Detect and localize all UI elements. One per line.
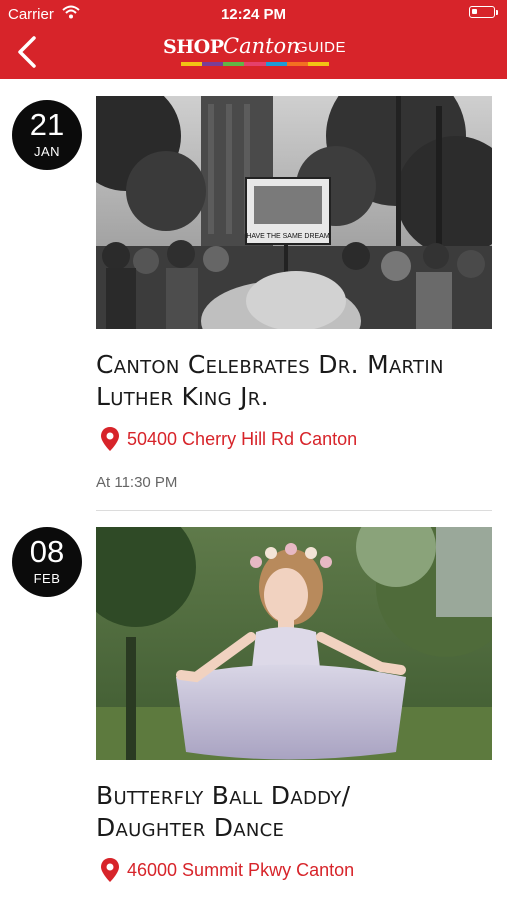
battery-icon <box>469 6 498 18</box>
logo-canton-text: Canton <box>223 34 300 58</box>
protest-sign-text: HAVE THE SAME DREAM <box>246 233 330 240</box>
event-card[interactable]: 21 JAN HAVE THE SAME DREAM Canton Celebr… <box>0 96 507 511</box>
logo-guide-text: GUIDE <box>296 39 347 56</box>
event-image[interactable] <box>96 527 492 760</box>
date-day: 08 <box>29 534 65 569</box>
map-pin-icon <box>101 858 119 882</box>
event-card[interactable]: 08 FEB Butterfly Ball Daddy/ Daughter Da… <box>0 527 507 900</box>
status-time: 12:24 PM <box>220 6 287 23</box>
event-location[interactable]: 46000 Summit Pkwy Canton <box>96 857 492 882</box>
event-title[interactable]: Butterfly Ball Daddy/ Daughter Dance <box>96 780 492 844</box>
event-location[interactable]: 50400 Cherry Hill Rd Canton <box>96 426 492 451</box>
date-badge: 21 JAN <box>12 100 82 170</box>
app-logo: SHOP Canton GUIDE <box>163 34 349 70</box>
event-title-line1: Canton Celebrates Dr. Martin <box>96 350 444 379</box>
logo-color-bars <box>181 62 329 66</box>
date-month: FEB <box>33 571 61 586</box>
divider <box>96 510 492 511</box>
date-day: 21 <box>29 107 65 142</box>
chevron-left-icon <box>18 36 36 68</box>
event-image[interactable]: HAVE THE SAME DREAM <box>96 96 492 329</box>
event-address: 46000 Summit Pkwy Canton <box>127 860 355 880</box>
back-button[interactable] <box>14 34 42 70</box>
event-title-line2: Luther King Jr. <box>96 382 269 411</box>
event-title-line2: Daughter Dance <box>96 813 285 842</box>
event-title[interactable]: Canton Celebrates Dr. Martin Luther King… <box>96 349 492 413</box>
map-pin-icon <box>101 427 119 451</box>
date-badge: 08 FEB <box>12 527 82 597</box>
event-time: At 11:30 PM <box>96 474 178 491</box>
event-title-line1: Butterfly Ball Daddy/ <box>96 781 351 810</box>
logo-shop-text: SHOP <box>163 36 224 58</box>
app-header: Carrier 12:24 PM SHOP Canton GUIDE <box>0 0 507 79</box>
status-bar: Carrier 12:24 PM <box>0 0 507 28</box>
event-address: 50400 Cherry Hill Rd Canton <box>127 429 358 449</box>
date-month: JAN <box>33 144 61 159</box>
